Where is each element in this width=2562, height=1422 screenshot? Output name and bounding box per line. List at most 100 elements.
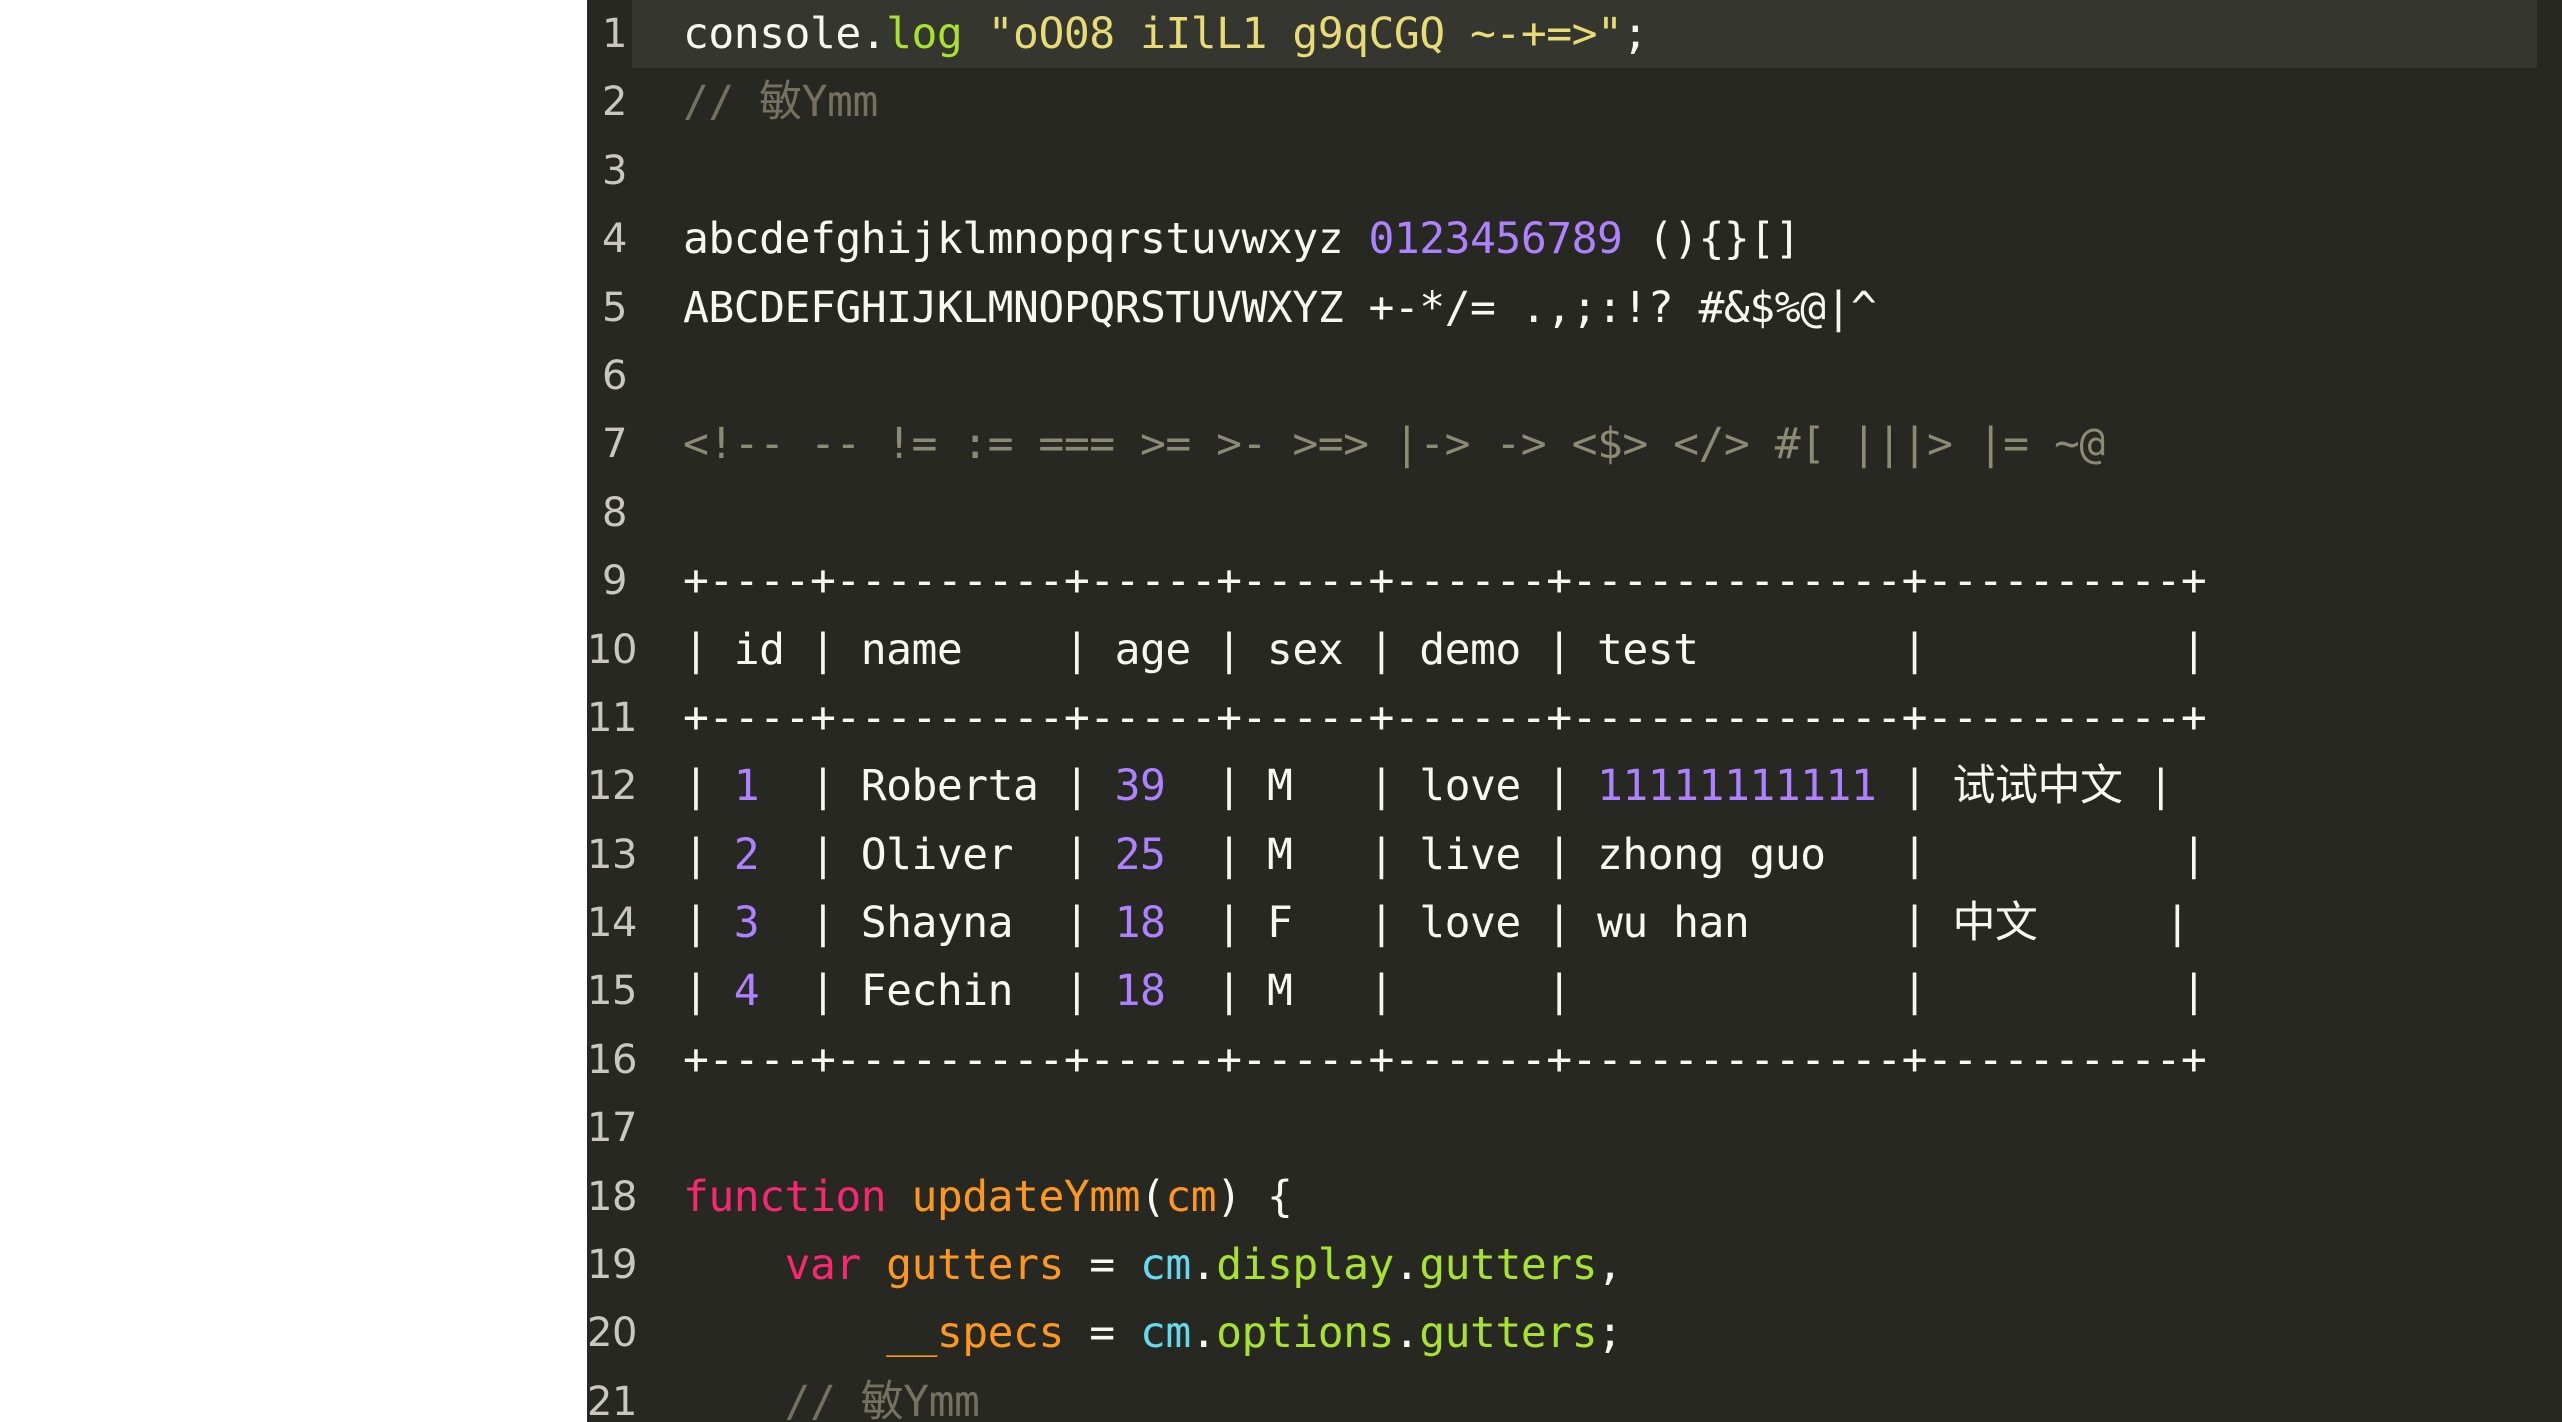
line-number: 14	[587, 900, 637, 947]
line-number: 8	[602, 489, 627, 536]
token-plain: +----+---------+-----+-----+------+-----…	[683, 1034, 2207, 1085]
token-plain: | Roberta |	[759, 761, 1115, 812]
line-content: <!-- -- != := === >= >- >=> |-> -> <$> <…	[683, 410, 2105, 478]
line-content: var gutters = cm.display.gutters,	[683, 1231, 1623, 1299]
code-line[interactable]: 9 +----+---------+-----+-----+------+----…	[587, 547, 2562, 615]
token-number: 4	[733, 966, 760, 1017]
code-line[interactable]: 8	[587, 479, 2562, 547]
line-content: // 敏Ymm	[683, 68, 878, 136]
line-number: 15	[587, 968, 637, 1015]
token-comment: 敏	[759, 77, 802, 128]
code-line[interactable]: 20 __specs = cm.options.gutters;	[587, 1299, 2562, 1367]
line-number: 20	[587, 1310, 637, 1357]
token-plain: ,	[1597, 1240, 1623, 1291]
token-plain: .	[1190, 1240, 1217, 1291]
token-property: gutters	[1419, 1240, 1598, 1291]
token-property: display	[1216, 1240, 1394, 1291]
token-comment: Ymm	[903, 1376, 980, 1422]
token-function: cm	[1165, 1171, 1217, 1222]
line-number: 11	[587, 694, 637, 741]
token-string: "oO08 iIlL1 g9qCGQ ~-+=>"	[987, 9, 1623, 59]
code-line[interactable]: 10 | id | name | age | sex | demo | test …	[587, 616, 2562, 684]
token-plain: .	[1190, 1308, 1217, 1359]
code-line[interactable]: 6	[587, 342, 2562, 410]
token-plain: abcdefghijklmnopqrstuvwxyz	[683, 214, 1369, 265]
token-comment: //	[683, 1376, 861, 1422]
token-comment: Ymm	[801, 77, 879, 128]
code-line[interactable]: 2 // 敏Ymm	[587, 68, 2562, 136]
code-line[interactable]: 1 console.log "oO08 iIlL1 g9qCGQ ~-+=>";	[587, 0, 2562, 69]
line-number: 17	[587, 1105, 637, 1152]
token-parameter: cm	[1140, 1240, 1191, 1291]
token-plain: 试试中文	[1952, 761, 2123, 812]
code-line[interactable]: 5 ABCDEFGHIJKLMNOPQRSTUVWXYZ +-*/= .,;:!?…	[587, 274, 2562, 342]
code-editor[interactable]: 1 console.log "oO08 iIlL1 g9qCGQ ~-+=>"; 2…	[587, 0, 2562, 1422]
line-number: 6	[602, 352, 627, 399]
code-lines-container[interactable]: 1 console.log "oO08 iIlL1 g9qCGQ ~-+=>"; 2…	[587, 0, 2562, 1422]
token-plain: | M | live | zhong guo | |	[1165, 829, 2207, 880]
token-function: updateYmm	[911, 1171, 1141, 1222]
token-plain: |	[683, 898, 734, 949]
token-plain: |	[683, 966, 734, 1017]
code-line[interactable]: 7 <!-- -- != := === >= >- >=> |-> -> <$> …	[587, 410, 2562, 478]
code-line[interactable]: 15 | 4 | Fechin | 18 | M | | | |	[587, 957, 2562, 1025]
token-plain: (	[1140, 1171, 1166, 1222]
token-parameter: cm	[1140, 1308, 1191, 1359]
line-number: 19	[587, 1242, 637, 1289]
line-number: 10	[587, 626, 637, 673]
token-plain: ;	[1597, 1308, 1623, 1359]
line-content: +----+---------+-----+-----+------+-----…	[683, 1026, 2207, 1094]
line-content: | 4 | Fechin | 18 | M | | | |	[683, 957, 2207, 1025]
line-content: abcdefghijklmnopqrstuvwxyz 0123456789 ()…	[683, 205, 1801, 273]
token-variable: __specs	[886, 1308, 1064, 1359]
token-number: 39	[1114, 761, 1166, 812]
line-number: 5	[602, 284, 627, 331]
token-plain: (){}[]	[1622, 214, 1801, 265]
token-number: 18	[1114, 898, 1166, 949]
code-line[interactable]: 17	[587, 1094, 2562, 1162]
line-content: // 敏Ymm	[683, 1368, 980, 1422]
line-content: function updateYmm(cm) {	[683, 1163, 1293, 1231]
token-plain: | M | | | |	[1165, 966, 2207, 1017]
token-plain: | Oliver |	[759, 829, 1115, 880]
token-plain: |	[683, 829, 734, 880]
line-content: | id | name | age | sex | demo | test | …	[683, 616, 2207, 684]
code-line[interactable]: 4 abcdefghijklmnopqrstuvwxyz 0123456789 (…	[587, 205, 2562, 273]
token-plain: | Shayna |	[759, 898, 1115, 949]
line-number: 12	[587, 763, 637, 810]
line-number: 16	[587, 1036, 637, 1083]
token-number: 3	[733, 898, 760, 949]
line-content: console.log "oO08 iIlL1 g9qCGQ ~-+=>";	[683, 0, 1648, 68]
code-line[interactable]: 3	[587, 137, 2562, 205]
code-line[interactable]: 11 +----+---------+-----+-----+------+---…	[587, 684, 2562, 752]
token-plain: |	[683, 761, 734, 812]
code-line[interactable]: 13 | 2 | Oliver | 25 | M | live | zhong g…	[587, 821, 2562, 889]
token-plain: ABCDEFGHIJKLMNOPQRSTUVWXYZ +-*/= .,;:!? …	[683, 282, 1877, 333]
code-line[interactable]: 18 function updateYmm(cm) {	[587, 1163, 2562, 1231]
line-content: | 3 | Shayna | 18 | F | love | wu han | …	[683, 889, 2190, 957]
token-plain: |	[2037, 898, 2190, 949]
token-ligature: <!-- -- != := === >= >- >=> |-> -> <$> <…	[683, 419, 2105, 470]
code-line[interactable]: 14 | 3 | Shayna | 18 | F | love | wu han …	[587, 889, 2562, 957]
token-plain: console.	[683, 9, 887, 59]
token-plain: .	[1393, 1240, 1420, 1291]
token-property: gutters	[1419, 1308, 1597, 1359]
token-property: log	[886, 9, 963, 59]
token-plain: 中文	[1952, 898, 2038, 949]
token-plain: +----+---------+-----+-----+------+-----…	[683, 556, 2207, 607]
token-plain: ) {	[1216, 1171, 1293, 1222]
code-line[interactable]: 16 +----+---------+-----+-----+------+---…	[587, 1026, 2562, 1094]
code-line[interactable]: 12 | 1 | Roberta | 39 | M | love | 111111…	[587, 752, 2562, 820]
token-number: 1	[733, 761, 760, 812]
token-keyword: function	[683, 1171, 887, 1222]
code-line[interactable]: 21 // 敏Ymm	[587, 1368, 2562, 1422]
line-number: 3	[602, 147, 627, 194]
line-number: 4	[602, 216, 627, 263]
token-number: 18	[1114, 966, 1166, 1017]
code-line[interactable]: 19 var gutters = cm.display.gutters,	[587, 1231, 2562, 1299]
token-plain: |	[2122, 761, 2174, 812]
